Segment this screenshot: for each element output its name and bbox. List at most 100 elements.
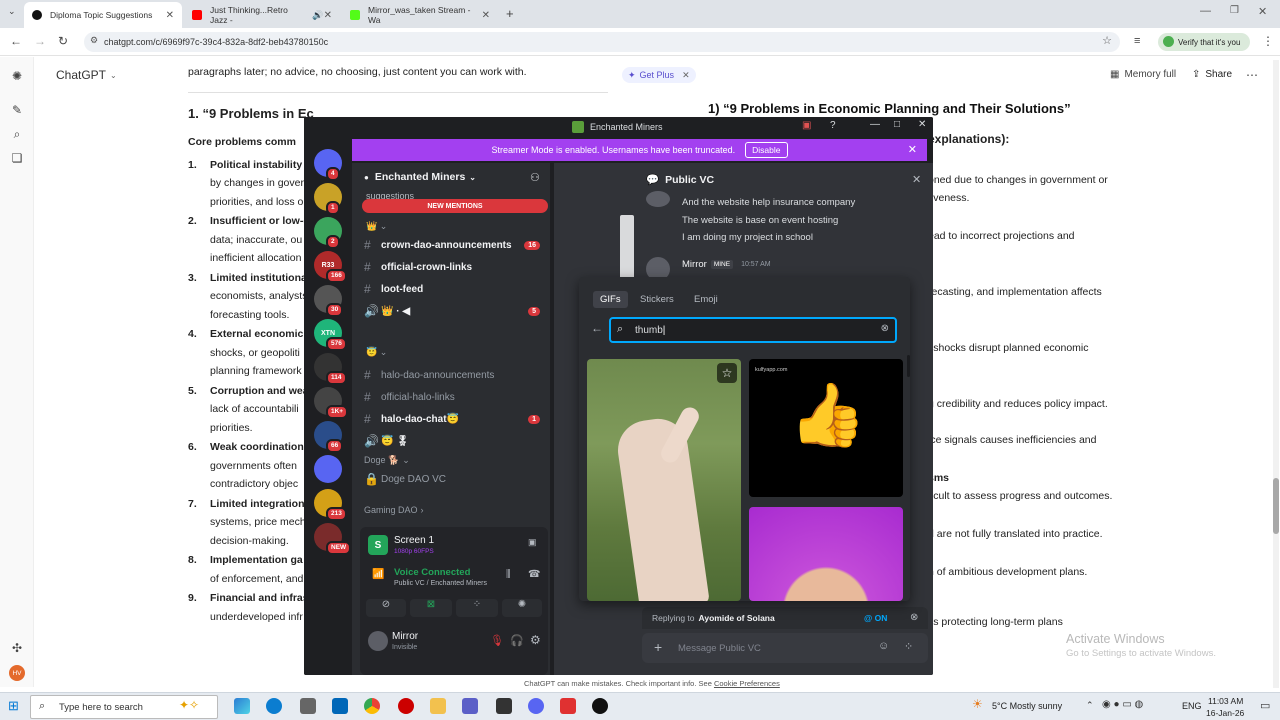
close-icon[interactable]: ✕ [324, 10, 332, 21]
gif-result-thumbs-up[interactable]: kulfyapp.com 👍 [749, 359, 903, 497]
user-avatar[interactable]: HV [9, 665, 25, 681]
noise-suppression-icon[interactable]: ⫼ [506, 569, 511, 580]
url-input[interactable]: ⚙ chatgpt.com/c/6969f97c-39c4-832a-8df2-… [84, 32, 1120, 52]
notification-icon[interactable]: ▭ [1260, 699, 1270, 712]
clear-search-icon[interactable]: ⊗ [881, 323, 889, 334]
soundboard-button[interactable]: ✺ [502, 599, 542, 617]
invite-icon[interactable]: ⚇ [530, 171, 540, 184]
mention-toggle[interactable]: @ ON [864, 613, 887, 623]
close-icon[interactable]: ✕ [912, 173, 921, 186]
folder-icon[interactable] [430, 698, 446, 714]
page-scrollbar[interactable] [1273, 60, 1279, 688]
language-indicator[interactable]: ENG [1182, 701, 1202, 711]
restore-button[interactable]: ❐ [1230, 5, 1239, 16]
activities-button[interactable]: ⁘ [456, 599, 498, 617]
tab-diploma[interactable]: Diploma Topic Suggestions ✕ [24, 2, 182, 28]
outlook-icon[interactable] [332, 698, 348, 714]
avatar[interactable] [368, 631, 388, 651]
media-control-icon[interactable]: ≡ [1134, 35, 1140, 47]
apps-icon[interactable]: ⁘ [904, 640, 913, 653]
tab-retro-jazz[interactable]: Just Thinking...Retro Jazz - 🔊 ✕ [184, 2, 340, 28]
tray-chevron-icon[interactable]: ⌃ [1086, 700, 1094, 711]
category-crown[interactable]: 👑 ⌄ [366, 221, 387, 232]
model-selector[interactable]: ChatGPT ⌄ [56, 68, 117, 82]
site-info-icon[interactable]: ⚙ [90, 35, 98, 46]
notepad-icon[interactable] [496, 698, 512, 714]
favorite-star-icon[interactable]: ☆ [717, 363, 737, 383]
discord-taskbar-icon[interactable] [528, 698, 544, 714]
maximize-button[interactable]: □ [894, 119, 900, 130]
close-icon[interactable]: ✕ [682, 70, 690, 81]
reload-icon[interactable]: ↻ [58, 34, 68, 48]
channel-item[interactable]: 🔊 😇 🎖 [352, 431, 550, 451]
memory-full-indicator[interactable]: ▦ Memory full [1110, 69, 1176, 80]
gif-search-input[interactable]: ⌕ thumb | ⊗ [609, 317, 897, 343]
settings-gear-icon[interactable]: ⚙ [530, 633, 541, 647]
scrollbar-thumb[interactable] [1273, 478, 1279, 534]
teams-icon[interactable] [462, 698, 478, 714]
file-explorer-pin-icon[interactable] [300, 698, 316, 714]
gif-scrollbar[interactable] [907, 355, 910, 377]
tab-stickers[interactable]: Stickers [633, 291, 681, 308]
apps-icon[interactable]: ✣ [10, 641, 24, 655]
clock-time[interactable]: 11:03 AM [1208, 696, 1243, 706]
channel-item[interactable]: # official-halo-links [352, 387, 550, 407]
screen-share-button[interactable]: ⊠ [410, 599, 452, 617]
channel-item[interactable]: # official-crown-links [352, 257, 550, 277]
channel-item[interactable]: # halo-dao-announcements [352, 365, 550, 385]
opera-icon[interactable] [398, 698, 414, 714]
library-icon[interactable]: ❏ [10, 151, 24, 165]
weather-text[interactable]: 5°C Mostly sunny [992, 701, 1062, 711]
close-icon[interactable]: ✕ [482, 10, 490, 21]
forward-arrow-icon[interactable]: → [34, 34, 46, 48]
tray-icons[interactable]: ◉ ● ▭ ◍ [1102, 699, 1143, 710]
cookie-preferences-link[interactable]: Cookie Preferences [714, 679, 780, 688]
close-button[interactable]: ✕ [918, 119, 926, 130]
tab-emoji[interactable]: Emoji [687, 291, 725, 308]
back-arrow-icon[interactable]: ← [10, 34, 22, 48]
tab-search-icon[interactable]: ⌄ [8, 6, 16, 17]
edge-icon[interactable] [266, 698, 282, 714]
stop-stream-icon[interactable]: ▣ [528, 537, 537, 548]
taskbar-search-input[interactable]: ⌕ Type here to search ✦✧ [30, 695, 218, 719]
browser-menu-icon[interactable]: ⋮ [1262, 34, 1274, 48]
disable-button[interactable]: Disable [745, 142, 788, 158]
back-arrow-icon[interactable]: ← [591, 321, 603, 335]
inbox-icon[interactable]: ▣ [802, 120, 811, 131]
channel-item[interactable]: # crown-dao-announcements 16 [352, 235, 550, 255]
get-plus-button[interactable]: ✦ Get Plus ✕ [622, 67, 696, 83]
clock-date[interactable]: 16-Jan-26 [1206, 708, 1244, 718]
obs-icon[interactable] [592, 698, 608, 714]
more-options-icon[interactable]: ⋯ [1246, 68, 1258, 82]
new-chat-icon[interactable]: ✎ [10, 103, 24, 117]
search-icon[interactable]: ⌕ [10, 127, 24, 141]
category-doge[interactable]: Doge 🐕 ⌄ [364, 455, 410, 466]
disconnect-icon[interactable]: ☎ [528, 569, 540, 580]
help-icon[interactable]: ? [830, 120, 836, 131]
channel-item[interactable]: # halo-dao-chat😇 1 [352, 409, 550, 429]
close-icon[interactable]: ✕ [908, 143, 917, 156]
new-tab-button[interactable]: + [506, 6, 514, 21]
share-button[interactable]: ⇪ Share [1192, 69, 1232, 80]
headphones-icon[interactable]: 🎧 [510, 634, 524, 647]
new-mentions-pill[interactable]: NEW MENTIONS [362, 199, 548, 213]
wps-icon[interactable] [560, 698, 576, 714]
bookmark-star-icon[interactable]: ☆ [1102, 34, 1112, 47]
tab-kick-stream[interactable]: Mirror_was_taken Stream - Wa ✕ [342, 2, 498, 28]
gif-result-thumb-hand[interactable]: ☆ [587, 359, 741, 601]
category-halo[interactable]: 😇 ⌄ [366, 347, 387, 358]
add-attachment-icon[interactable]: + [654, 639, 662, 655]
voice-channel-doge[interactable]: 🔒 Doge DAO VC [352, 469, 550, 489]
minimize-button[interactable]: — [870, 119, 880, 130]
server-header[interactable]: ● Enchanted Miners ⌄ [364, 171, 476, 183]
mute-mic-icon[interactable]: 🎙 [490, 634, 504, 647]
emoji-icon[interactable]: ☺ [878, 640, 889, 652]
verify-button[interactable]: Verify that it's you [1158, 33, 1250, 51]
windows-start-icon[interactable]: ⊞ [8, 698, 19, 714]
camera-off-button[interactable]: ⊘ [366, 599, 406, 617]
chrome-icon[interactable] [364, 698, 380, 714]
gif-result-purple[interactable] [749, 507, 903, 601]
channel-item[interactable]: 🔊 👑 · ◀ 5 [352, 301, 550, 321]
channel-item[interactable]: # loot-feed [352, 279, 550, 299]
message-input[interactable]: + Message Public VC ☺ ⁘ [642, 633, 928, 663]
